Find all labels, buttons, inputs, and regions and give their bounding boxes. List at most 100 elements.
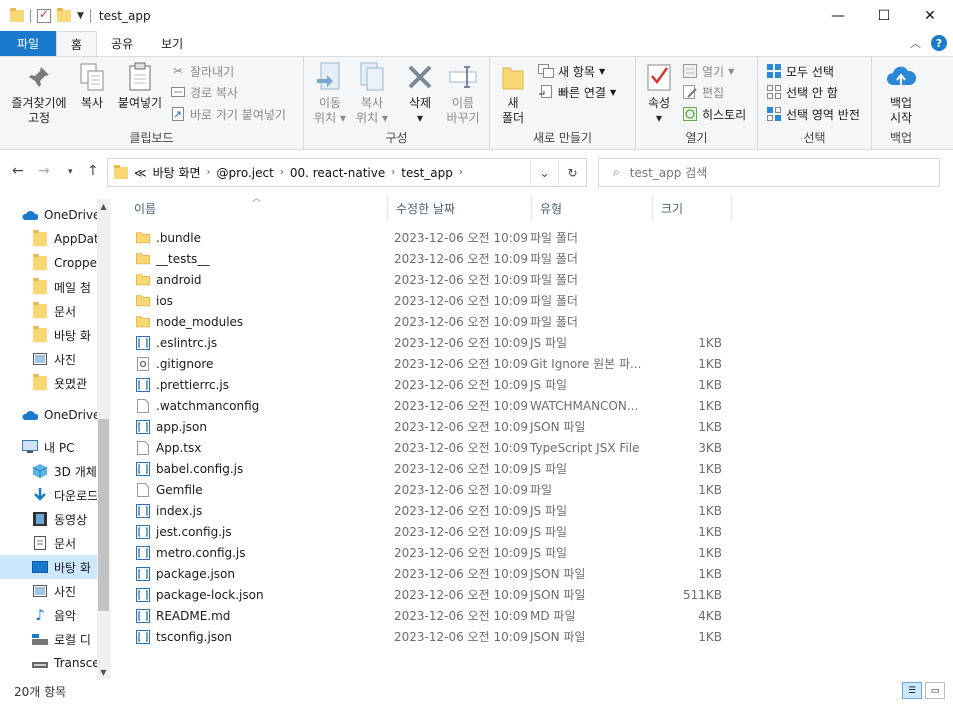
chevron-down-icon[interactable]: ▼: [77, 11, 84, 21]
copy-button[interactable]: 복사: [74, 61, 110, 111]
file-date: 2023-12-06 오전 10:09: [394, 483, 529, 497]
select-none-button[interactable]: 선택 안 함: [766, 82, 838, 102]
back-arrow-icon[interactable]: ←: [12, 163, 24, 179]
file-row[interactable]: .gitignore 2023-12-06 오전 10:09 Git Ignore …: [126, 353, 732, 374]
column-header-name[interactable]: 이름: [126, 196, 388, 220]
breadcrumb-desktop[interactable]: 바탕 화면: [153, 164, 201, 181]
tab-file[interactable]: 파일: [0, 31, 56, 56]
rename-button[interactable]: 이름 바꾸기: [442, 61, 484, 126]
file-name-cell: .bundle: [126, 231, 380, 245]
breadcrumb-test-app[interactable]: test_app: [401, 166, 453, 180]
breadcrumb-project[interactable]: @pro.ject: [217, 166, 274, 180]
file-name: __tests__: [156, 251, 210, 266]
refresh-icon[interactable]: ↻: [558, 159, 586, 186]
search-box[interactable]: ⌕ test_app 검색: [598, 158, 940, 187]
breadcrumb-overflow[interactable]: ≪: [134, 166, 147, 180]
address-bar[interactable]: ≪ 바탕 화면 › @pro.ject › 00. react-native ›…: [107, 158, 587, 187]
file-row[interactable]: node_modules 2023-12-06 오전 10:09 파일 폴더: [126, 311, 732, 332]
column-header-size[interactable]: 크기: [653, 196, 732, 220]
file-name-cell: .watchmanconfig: [126, 398, 380, 413]
delete-button[interactable]: 삭제 ▾: [400, 61, 440, 126]
shortcut-icon: [170, 106, 186, 122]
file-row[interactable]: tsconfig.json 2023-12-06 오전 10:09 JSON 파일 1…: [126, 626, 732, 647]
large-icons-view-icon[interactable]: ▭: [925, 682, 945, 699]
file-row[interactable]: android 2023-12-06 오전 10:09 파일 폴더: [126, 269, 732, 290]
cut-button[interactable]: ✂ 잘라내기: [170, 61, 234, 81]
file-type: WATCHMANCON...: [530, 398, 639, 413]
chevron-right-icon[interactable]: ›: [280, 167, 284, 178]
scrollbar-thumb[interactable]: [98, 419, 109, 611]
new-folder-icon[interactable]: [57, 8, 71, 22]
tab-share[interactable]: 공유: [97, 31, 147, 56]
file-row[interactable]: .watchmanconfig 2023-12-06 오전 10:09 WATCHM…: [126, 395, 732, 416]
file-row[interactable]: .bundle 2023-12-06 오전 10:09 파일 폴더: [126, 227, 732, 248]
edit-button[interactable]: 편집: [682, 82, 724, 102]
history-button[interactable]: 히스토리: [682, 104, 746, 124]
code-file-icon: [136, 608, 150, 623]
file-row[interactable]: metro.config.js 2023-12-06 오전 10:09 JS 파일 1…: [126, 542, 732, 563]
view-switcher: ☰ ▭: [902, 682, 945, 699]
copy-to-button[interactable]: 복사 위치 ▾: [352, 61, 392, 126]
chevron-right-icon[interactable]: ›: [391, 167, 395, 178]
file-name-cell: __tests__: [126, 252, 380, 266]
easy-access-button[interactable]: 빠른 연결 ▼: [538, 82, 616, 102]
breadcrumb-react-native[interactable]: 00. react-native: [290, 166, 385, 180]
file-row[interactable]: .prettierrc.js 2023-12-06 오전 10:09 JS 파일 1K…: [126, 374, 732, 395]
folder-icon[interactable]: [10, 8, 24, 22]
file-row[interactable]: Gemfile 2023-12-06 오전 10:09 파일 1KB: [126, 479, 732, 500]
maximize-button[interactable]: ☐: [861, 0, 907, 32]
forward-arrow-icon[interactable]: →: [38, 163, 50, 179]
file-row[interactable]: app.json 2023-12-06 오전 10:09 JSON 파일 1KB: [126, 416, 732, 437]
new-folder-button[interactable]: 새 폴더: [498, 61, 528, 126]
properties-icon[interactable]: [37, 7, 51, 23]
chevron-up-icon[interactable]: ︿: [910, 35, 921, 51]
chevron-right-icon[interactable]: ›: [459, 167, 463, 178]
details-view-icon[interactable]: ☰: [902, 682, 922, 699]
folder-icon: [136, 294, 150, 308]
move-to-button[interactable]: 이동 위치 ▾: [310, 61, 350, 126]
file-row[interactable]: index.js 2023-12-06 오전 10:09 JS 파일 1KB: [126, 500, 732, 521]
file-row[interactable]: __tests__ 2023-12-06 오전 10:09 파일 폴더: [126, 248, 732, 269]
copy-icon: [76, 61, 108, 93]
chevron-right-icon[interactable]: ›: [207, 167, 211, 178]
invert-selection-button[interactable]: 선택 영역 반전: [766, 104, 860, 124]
nav-item-desktop-pc[interactable]: 바탕 화: [0, 555, 98, 579]
file-row[interactable]: babel.config.js 2023-12-06 오전 10:09 JS 파일 1…: [126, 458, 732, 479]
file-date: 2023-12-06 오전 10:09: [394, 462, 529, 476]
close-button[interactable]: ✕: [907, 0, 953, 32]
new-item-button[interactable]: 새 항목 ▼: [538, 61, 605, 81]
column-header-date[interactable]: 수정한 날짜: [388, 196, 532, 220]
file-row[interactable]: App.tsx 2023-12-06 오전 10:09 TypeScript JSX…: [126, 437, 732, 458]
recent-locations-icon[interactable]: ▾: [68, 167, 73, 177]
tab-view[interactable]: 보기: [147, 31, 197, 56]
paste-shortcut-button[interactable]: 바로 가기 붙여넣기: [170, 104, 286, 124]
copy-to-icon: [356, 61, 388, 93]
music-icon: ♪: [35, 606, 45, 624]
select-all-button[interactable]: 모두 선택: [766, 61, 834, 81]
scroll-up-icon[interactable]: ▲: [97, 199, 110, 213]
navigation-scrollbar[interactable]: ▲ ▼: [97, 199, 110, 679]
file-row[interactable]: ios 2023-12-06 오전 10:09 파일 폴더: [126, 290, 732, 311]
file-row[interactable]: .eslintrc.js 2023-12-06 오전 10:09 JS 파일 1KB: [126, 332, 732, 353]
file-row[interactable]: package-lock.json 2023-12-06 오전 10:09 JSON…: [126, 584, 732, 605]
properties-button[interactable]: 속성 ▾: [640, 61, 678, 126]
copy-path-button[interactable]: 경로 복사: [170, 82, 238, 102]
file-row[interactable]: jest.config.js 2023-12-06 오전 10:09 JS 파일 1K…: [126, 521, 732, 542]
scroll-down-icon[interactable]: ▼: [97, 665, 110, 679]
help-icon[interactable]: ?: [931, 35, 947, 51]
code-file-icon: [136, 545, 150, 560]
file-row[interactable]: package.json 2023-12-06 오전 10:09 JSON 파일 1K…: [126, 563, 732, 584]
backup-start-button[interactable]: 백업 시작: [880, 61, 922, 126]
open-button[interactable]: 열기 ▼: [682, 61, 734, 81]
file-name: index.js: [156, 503, 203, 518]
tab-home[interactable]: 홈: [56, 31, 98, 56]
address-dropdown-icon[interactable]: ⌄: [530, 159, 558, 186]
window-title: test_app: [98, 9, 151, 23]
file-row[interactable]: README.md 2023-12-06 오전 10:09 MD 파일 4KB: [126, 605, 732, 626]
up-arrow-icon[interactable]: ↑: [87, 163, 99, 179]
pin-quick-access-button[interactable]: 즐겨찾기에 고정: [6, 61, 72, 126]
paste-icon: [124, 61, 156, 93]
minimize-button[interactable]: —: [815, 0, 861, 32]
column-header-type[interactable]: 유형: [532, 196, 653, 220]
paste-button[interactable]: 붙여넣기: [112, 61, 168, 111]
